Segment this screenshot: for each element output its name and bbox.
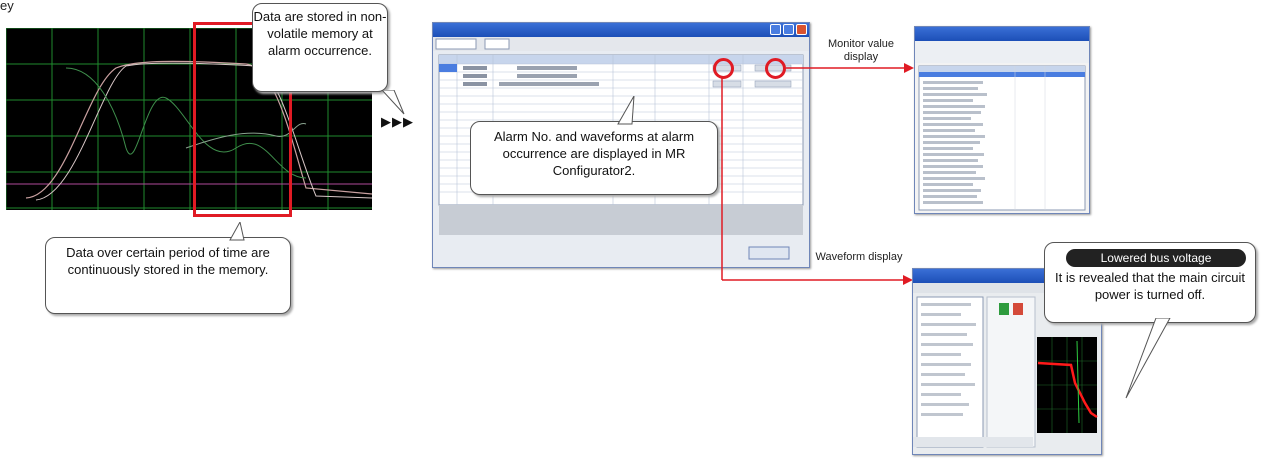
waveform-display-label: Waveform display (815, 251, 903, 263)
minimize-button[interactable] (770, 24, 781, 35)
top-fragment: ey (0, 0, 14, 13)
monitor-value-window (914, 26, 1090, 214)
monitor-value-table (915, 41, 1089, 211)
monitor-value-display-label: Monitor value display (827, 38, 895, 63)
callout-pointer-continuous (229, 222, 245, 241)
lowered-bus-voltage-badge: Lowered bus voltage (1066, 249, 1246, 267)
callout-pointer-displayed (617, 96, 635, 125)
flow-arrows: ▶▶▶ (381, 114, 414, 129)
callout-displayed: Alarm No. and waveforms at alarm occurre… (470, 121, 718, 195)
callout-stored-on-alarm-text: Data are stored in non-volatile memory a… (253, 9, 387, 58)
callout-stored-on-alarm: Data are stored in non-volatile memory a… (252, 3, 388, 92)
callout-displayed-text: Alarm No. and waveforms at alarm occurre… (493, 129, 695, 178)
callout-revealed-text: It is revealed that the main circuit pow… (1054, 270, 1246, 302)
maximize-button[interactable] (783, 24, 794, 35)
callout-continuous: Data over certain period of time are con… (45, 237, 291, 314)
close-button[interactable] (796, 24, 807, 35)
callout-pointer-revealed (1125, 318, 1171, 399)
monitor-window-titlebar (915, 27, 1089, 41)
callout-continuous-text: Data over certain period of time are con… (66, 245, 270, 277)
window-titlebar (433, 23, 809, 37)
